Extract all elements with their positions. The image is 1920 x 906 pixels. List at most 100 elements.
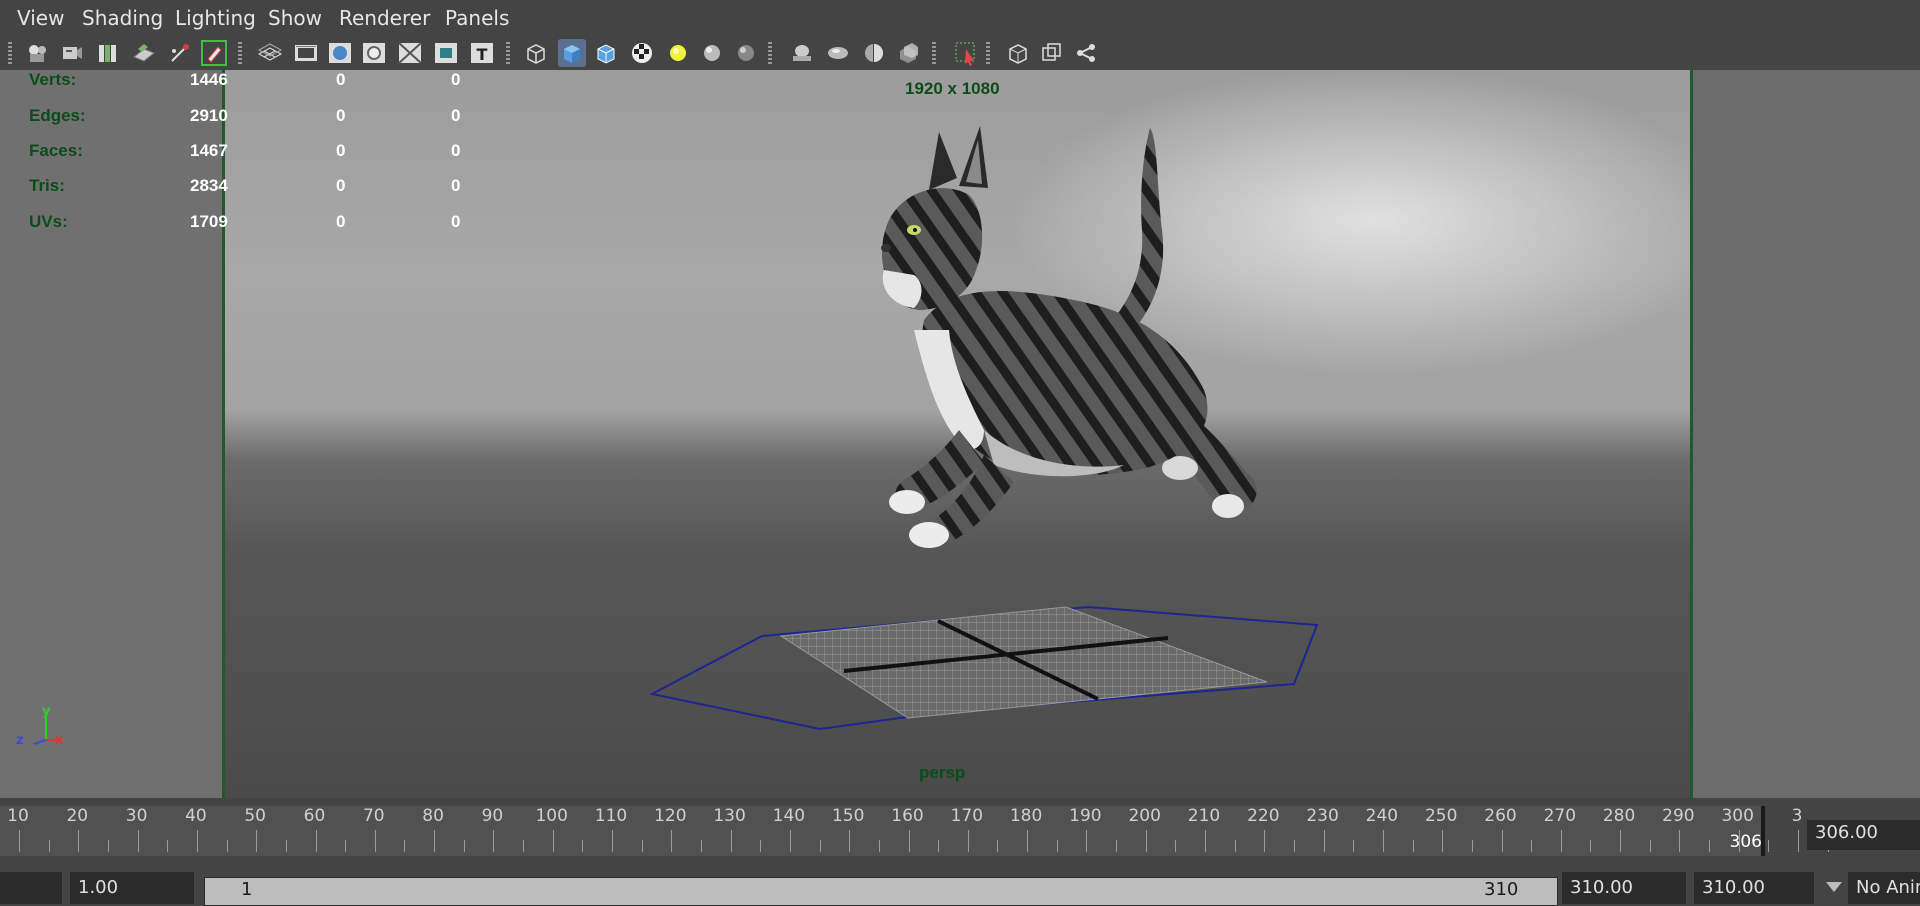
time-ruler-tick xyxy=(196,830,198,852)
resolution-gate-label: 1920 x 1080 xyxy=(905,79,1000,98)
time-ruler-tick xyxy=(1086,830,1088,852)
multisample-aa-icon[interactable] xyxy=(824,39,852,67)
time-ruler-minor-tick xyxy=(938,840,940,852)
panel-toolbar: T xyxy=(0,36,1920,70)
resolution-gate-area xyxy=(224,70,1692,798)
xray-components-icon[interactable] xyxy=(1038,39,1066,67)
time-ruler-label: 180 xyxy=(1009,806,1043,826)
time-ruler-label: 110 xyxy=(594,806,628,826)
time-ruler-tick xyxy=(19,830,20,852)
current-time-field[interactable]: 306.00 xyxy=(1807,820,1913,850)
toolbar-separator xyxy=(8,42,12,64)
resolution-gate-right xyxy=(1690,70,1693,798)
time-ruler-label: 3 xyxy=(1791,806,1803,826)
viewport-overscan-right xyxy=(1692,70,1920,798)
time-ruler-tick xyxy=(967,830,969,852)
time-ruler-tick xyxy=(1382,830,1384,852)
motion-blur-icon[interactable] xyxy=(788,39,816,67)
wireframe-on-shaded-icon[interactable] xyxy=(592,39,620,67)
time-ruler-label: 120 xyxy=(654,806,687,826)
time-ruler-label: 150 xyxy=(831,806,865,826)
hud-edges-value: 2910 xyxy=(190,106,228,125)
time-ruler-tick xyxy=(434,830,436,852)
time-ruler-label: 130 xyxy=(713,806,746,826)
hud-faces-component: 0 xyxy=(451,141,461,160)
use-all-lights-icon[interactable] xyxy=(664,39,692,67)
menu-shading[interactable]: Shading xyxy=(82,6,163,30)
menu-lighting[interactable]: Lighting xyxy=(175,6,256,30)
chevron-down-icon[interactable] xyxy=(1826,882,1842,892)
camera-sequencer-icon[interactable] xyxy=(1072,39,1100,67)
toolbar-separator xyxy=(238,42,242,64)
field-chart-icon[interactable] xyxy=(396,39,424,67)
xray-icon[interactable] xyxy=(894,39,922,67)
playback-range-slider[interactable] xyxy=(204,877,1558,906)
depth-of-field-icon[interactable] xyxy=(860,39,888,67)
2d-pan-zoom-icon[interactable] xyxy=(166,39,194,67)
time-ruler-label: 170 xyxy=(950,806,984,826)
time-ruler-tick xyxy=(1798,830,1799,852)
hud-uvs-component: 0 xyxy=(451,212,461,231)
bookmarks-icon[interactable] xyxy=(94,39,122,67)
time-ruler-tick xyxy=(849,830,851,852)
gate-mask-icon[interactable] xyxy=(360,39,388,67)
time-ruler-label: 230 xyxy=(1306,806,1339,826)
anim-end-field[interactable]: 310.00 xyxy=(1694,872,1814,904)
isolate-select-icon[interactable] xyxy=(952,39,980,67)
time-ruler-minor-tick xyxy=(1056,840,1058,852)
grid-icon[interactable] xyxy=(256,39,284,67)
image-plane-icon[interactable] xyxy=(130,39,158,67)
safe-title-icon[interactable] xyxy=(432,39,460,67)
time-ruler-tick xyxy=(493,830,495,852)
xray-joints-icon[interactable] xyxy=(1004,39,1032,67)
time-ruler-label: 20 xyxy=(66,806,89,826)
select-camera-icon[interactable] xyxy=(24,39,52,67)
time-ruler[interactable]: 10 20 30 40 50 60 70 80 90 100 110 120 130 140 150 160 1… xyxy=(0,806,1829,856)
wireframe-icon[interactable] xyxy=(522,39,550,67)
film-gate-icon[interactable] xyxy=(292,39,320,67)
toolbar-separator xyxy=(768,42,772,64)
hud-uvs-selected: 0 xyxy=(336,212,346,231)
anim-layer-dropdown[interactable]: No Anim xyxy=(1848,872,1920,904)
time-ruler-tick xyxy=(315,830,317,852)
menu-bar: View Shading Lighting Show Renderer Pane… xyxy=(0,0,1920,36)
time-slider[interactable]: 10 20 30 40 50 60 70 80 90 100 110 120 130 140 150 160 1… xyxy=(0,798,1920,860)
time-ruler-label: 300 xyxy=(1721,806,1754,826)
menu-panels[interactable]: Panels xyxy=(445,6,509,30)
time-ruler-tick xyxy=(612,830,613,852)
time-ruler-label: 250 xyxy=(1424,806,1458,826)
resolution-gate-icon[interactable] xyxy=(326,39,354,67)
menu-renderer[interactable]: Renderer xyxy=(339,6,430,30)
screen-space-ao-icon[interactable] xyxy=(732,39,760,67)
time-ruler-label: 210 xyxy=(1187,806,1221,826)
time-ruler-tick xyxy=(1205,830,1206,852)
hud-uvs-label: UVs: xyxy=(29,212,68,231)
time-ruler-minor-tick xyxy=(1234,840,1236,852)
time-ruler-tick xyxy=(908,830,910,852)
current-time-field-edge xyxy=(1913,820,1920,850)
anim-start-field[interactable] xyxy=(0,872,62,904)
time-ruler-tick xyxy=(374,830,376,852)
textured-icon[interactable] xyxy=(628,39,656,67)
shadows-icon[interactable] xyxy=(698,39,726,67)
playback-end-field[interactable]: 310.00 xyxy=(1562,872,1686,904)
camera-attributes-icon[interactable] xyxy=(58,39,86,67)
time-ruler-label: 190 xyxy=(1069,806,1102,826)
time-ruler-minor-tick xyxy=(700,840,702,852)
time-ruler-tick xyxy=(1145,830,1147,852)
time-ruler-minor-tick xyxy=(1709,840,1711,852)
menu-show[interactable]: Show xyxy=(268,6,322,30)
menu-view[interactable]: View xyxy=(17,6,64,30)
safe-action-icon[interactable]: T xyxy=(468,39,496,67)
time-ruler-minor-tick xyxy=(523,840,525,852)
smooth-shade-icon[interactable] xyxy=(558,39,586,67)
time-ruler-minor-tick xyxy=(48,840,50,852)
playback-start-field[interactable]: 1.00 xyxy=(70,872,194,904)
view-axis-icon: y z x xyxy=(16,704,64,748)
grease-pencil-icon[interactable] xyxy=(200,39,228,67)
viewport-persp[interactable]: Verts: 1446 0 0 Edges: 2910 0 0 Faces: 1… xyxy=(0,70,1920,798)
time-ruler-minor-tick xyxy=(1293,840,1295,852)
time-ruler-minor-tick xyxy=(1590,840,1592,852)
time-ruler-label: 140 xyxy=(772,806,806,826)
time-ruler-label: 100 xyxy=(535,806,568,826)
